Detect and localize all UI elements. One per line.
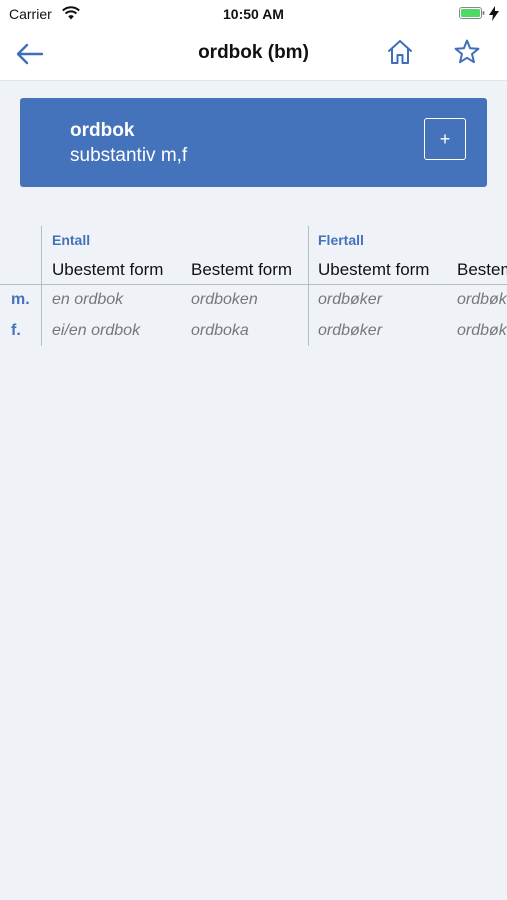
inflection-table: Entall Flertall Ubestemt form Bestemt fo… (0, 226, 507, 351)
column-header: Bestemt form (191, 260, 293, 279)
row-label-masculine: m. (11, 291, 30, 308)
column-header: Ubestemt form (318, 260, 430, 279)
navigation-bar: ordbok (bm) (0, 28, 507, 81)
column-header: Bestemt form (457, 260, 507, 279)
add-button[interactable]: + (424, 118, 466, 160)
headword: ordbok (70, 120, 135, 141)
column-divider (308, 226, 309, 346)
status-bar: Carrier 10:50 AM (0, 0, 507, 28)
table-cell: ordbøkene (457, 322, 507, 339)
column-header: Ubestemt form (52, 260, 164, 279)
home-icon[interactable] (386, 38, 414, 66)
table-cell: ordbøker (318, 322, 383, 339)
battery-icon (459, 7, 485, 19)
favorite-star-icon[interactable] (453, 38, 481, 66)
table-cell: ordboken (191, 291, 258, 308)
table-cell: en ordbok (52, 291, 124, 308)
page-title: ordbok (bm) (198, 42, 309, 63)
group-header-singular: Entall (52, 232, 91, 248)
charging-icon (489, 6, 499, 21)
table-cell: ordboka (191, 322, 249, 339)
clock: 10:50 AM (223, 6, 284, 22)
table-cell: ei/en ordbok (52, 322, 141, 339)
header-divider (0, 284, 507, 285)
table-cell: ordbøkene (457, 291, 507, 308)
column-divider (41, 226, 42, 346)
table-cell: ordbøker (318, 291, 383, 308)
group-header-plural: Flertall (318, 232, 364, 248)
row-label-feminine: f. (11, 322, 21, 339)
word-card: ordbok substantiv m,f + (20, 98, 487, 187)
part-of-speech: substantiv m,f (70, 145, 188, 166)
